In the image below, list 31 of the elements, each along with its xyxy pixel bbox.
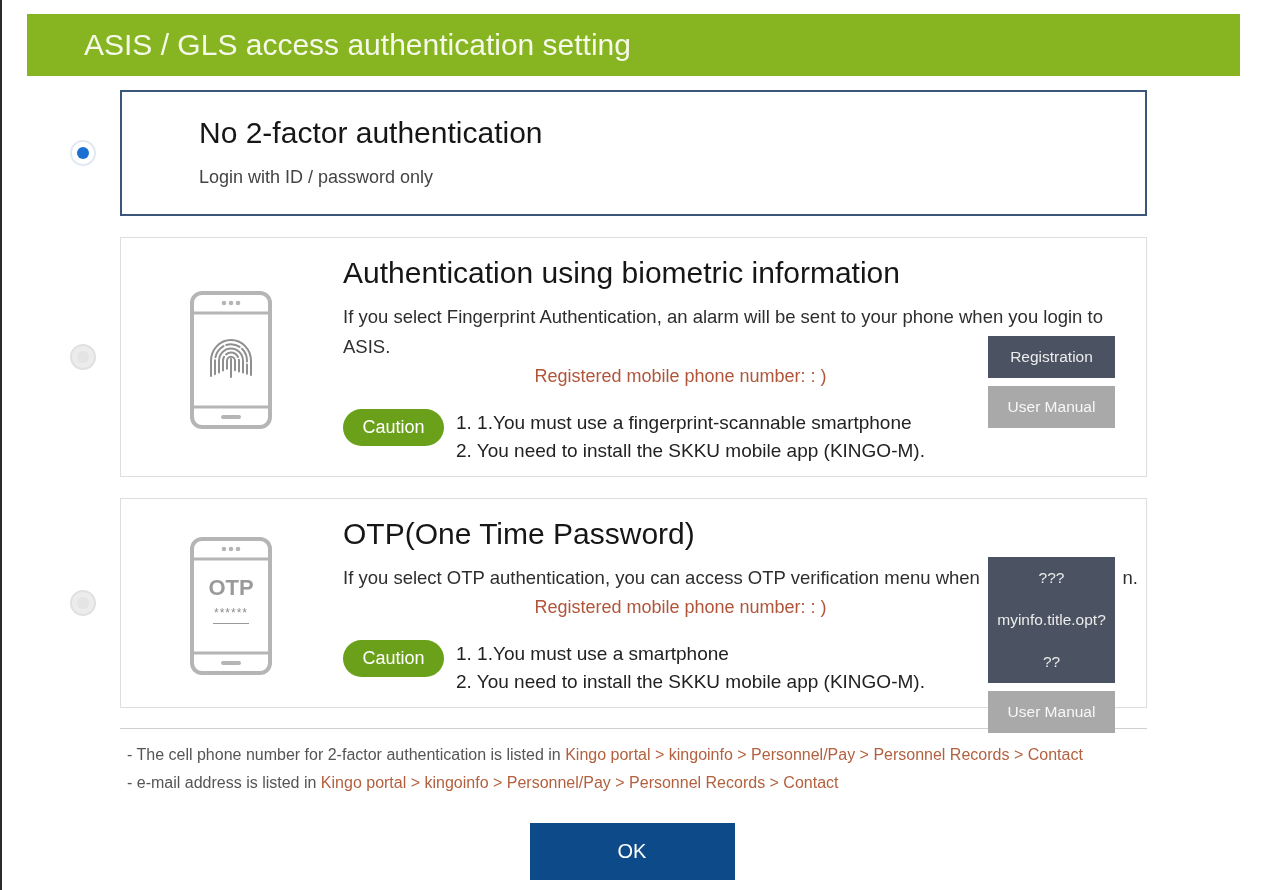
phone-fingerprint-icon [190, 291, 272, 429]
description-text: ASIS. [343, 335, 391, 359]
page-title: ASIS / GLS access authentication setting [84, 28, 631, 62]
caution-item: 1. 1.You must use a smartphone [456, 642, 729, 666]
option-title: OTP(One Time Password) [343, 516, 695, 552]
description-text: If you select Fingerprint Authentication, an alarm will be sent to your phone when you login to [343, 305, 1103, 329]
caution-item: 2. You need to install the SKKU mobile app (KINGO-M). [456, 670, 925, 694]
caution-badge: Caution [343, 409, 444, 446]
radio-button[interactable] [70, 140, 96, 166]
otp-label: OTP [208, 575, 254, 601]
radio-button[interactable] [70, 590, 96, 616]
radio-button[interactable] [70, 344, 96, 370]
registered-phone-text: Registered mobile phone number: : ) [534, 597, 827, 617]
option-title: Authentication using biometric information [343, 255, 900, 291]
registered-phone-text: Registered mobile phone number: : ) [534, 366, 827, 386]
ok-button[interactable]: OK [529, 823, 735, 880]
breadcrumb-link[interactable]: Kingo portal > kingoinfo > Personnel/Pay > Personnel Records > Contact [565, 746, 1083, 763]
masked-code: ****** [213, 605, 249, 624]
note-text: - e-mail address is listed in Kingo portal > kingoinfo > Personnel/Pay > Personnel Records > Contact [127, 773, 839, 793]
caution-item: 1. 1.You must use a fingerprint-scannable smartphone [456, 411, 912, 435]
description-text: If you select OTP authentication, you can access OTP verification menu when [343, 566, 980, 590]
breadcrumb-link[interactable]: Kingo portal > kingoinfo > Personnel/Pay > Personnel Records > Contact [320, 774, 839, 791]
action-button[interactable]: Registration [988, 336, 1115, 378]
description-text: n. [1122, 566, 1138, 590]
action-button[interactable]: ??? myinfo.title.opt? ?? [988, 557, 1115, 683]
description-text: Login with ID / password only [199, 166, 434, 189]
note-text: - The cell phone number for 2-factor authentication is listed in Kingo portal > kingoinfo > Personnel/Pay > Personnel Records > Contact [127, 745, 1083, 765]
option-title: No 2-factor authentication [199, 115, 543, 151]
caution-badge: Caution [343, 640, 444, 677]
caution-item: 2. You need to install the SKKU mobile app (KINGO-M). [456, 439, 925, 463]
phone-icon [190, 537, 272, 675]
